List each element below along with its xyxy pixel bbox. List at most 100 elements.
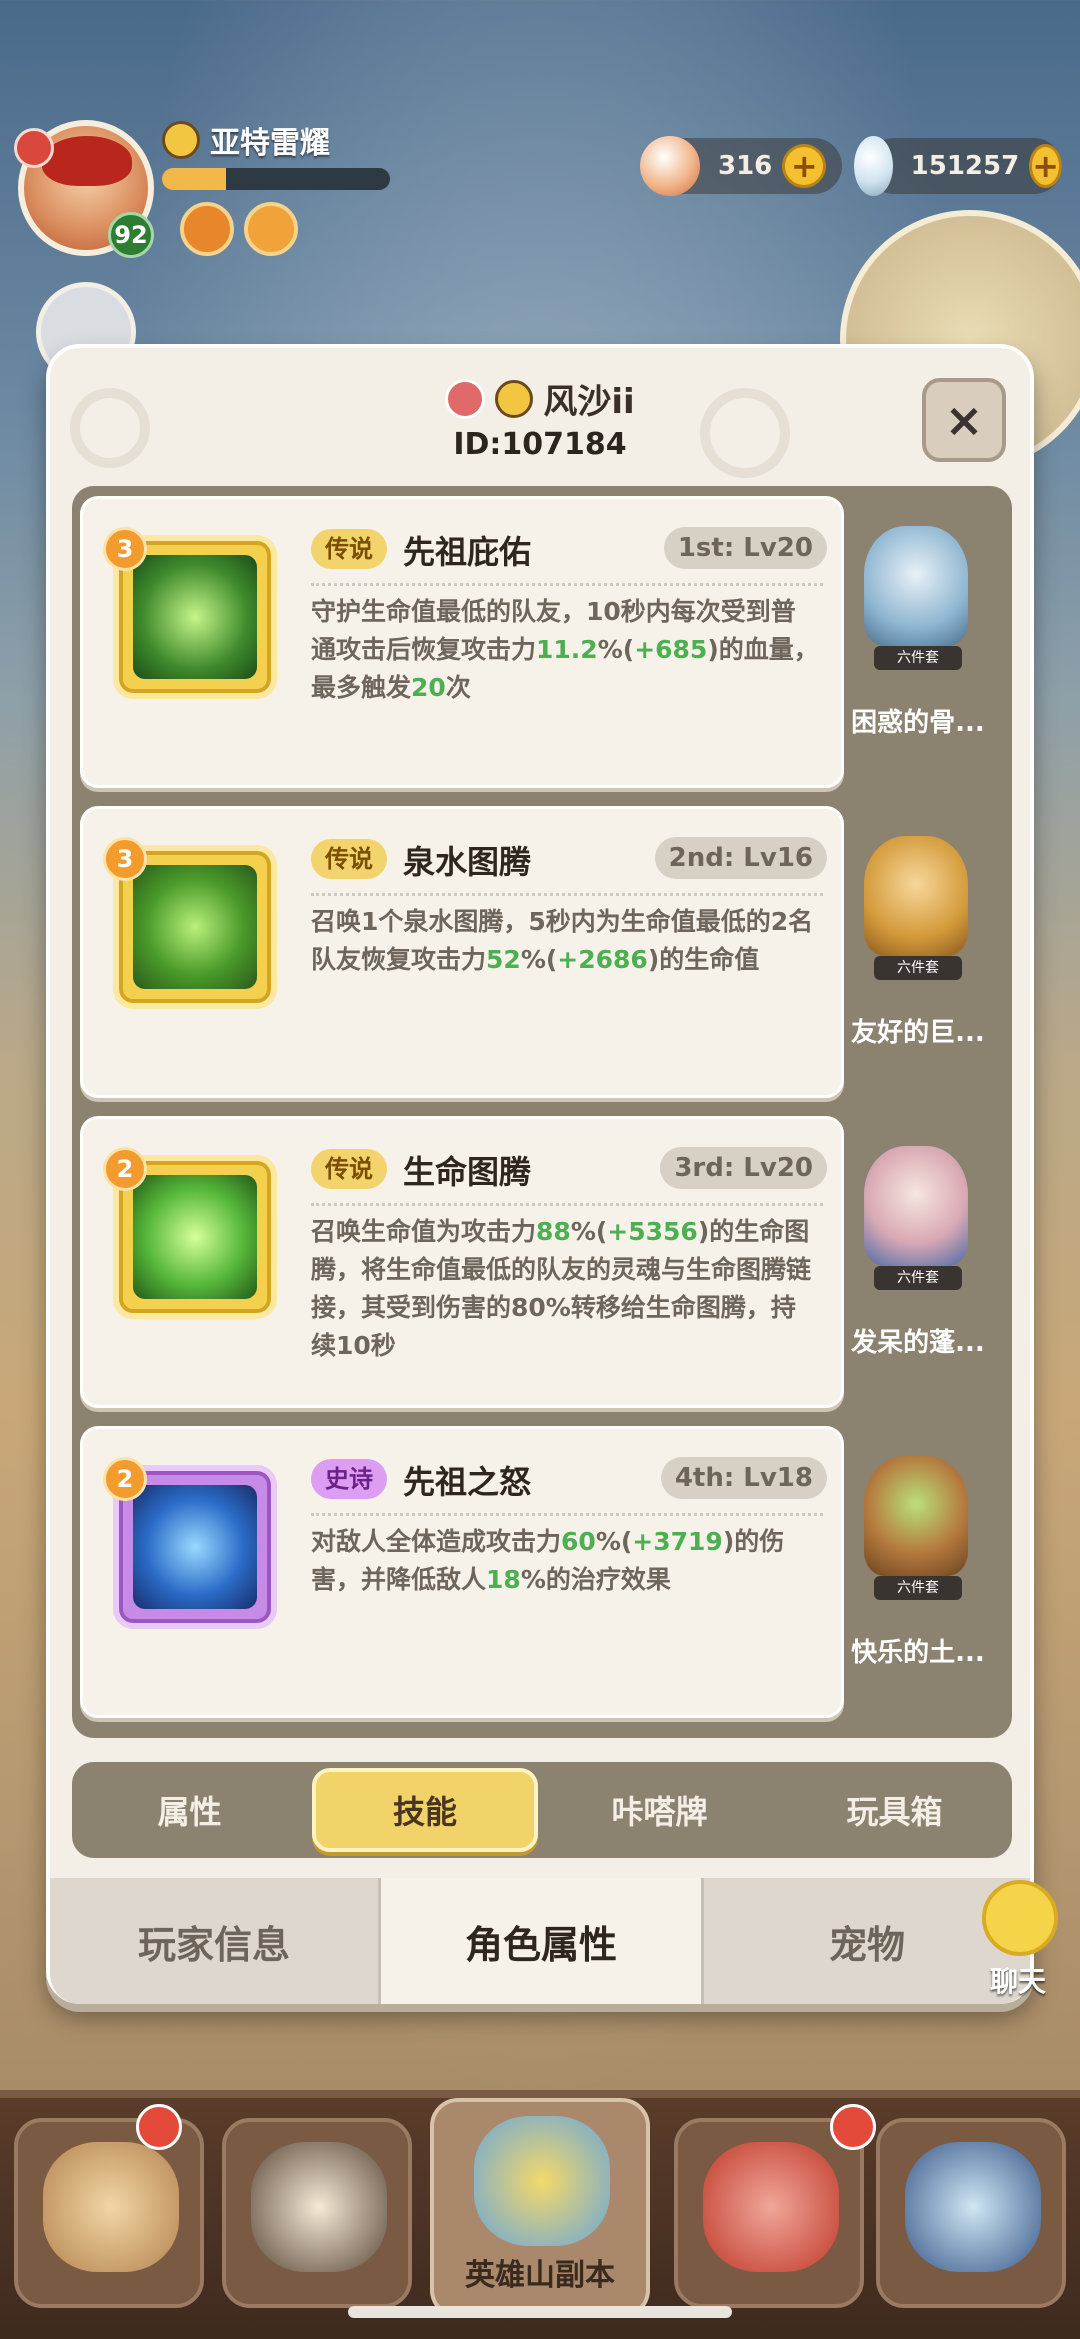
skill-name: 先祖庇佑 xyxy=(403,533,532,571)
pet-set-tag: 六件套 xyxy=(874,956,962,980)
tab-toybox[interactable]: 玩具箱 xyxy=(777,1762,1012,1858)
pet-figure xyxy=(864,1146,968,1266)
buff-icon[interactable] xyxy=(180,202,234,256)
desc-highlight: +5356 xyxy=(607,1217,698,1246)
avatar-hair xyxy=(42,136,132,186)
skill-description: 守护生命值最低的队友，10秒内每次受到普通攻击后恢复攻击力11.2%(+685)… xyxy=(311,593,819,707)
pet-slot[interactable]: 六件套 困惑的骨... xyxy=(834,496,1002,788)
shrimp-icon xyxy=(640,136,700,196)
shell-icon xyxy=(854,136,893,196)
desc-highlight: 60 xyxy=(561,1527,596,1556)
pet-name: 困惑的骨... xyxy=(851,708,985,738)
rarity-tag: 传说 xyxy=(311,839,387,879)
modal-header: 风沙ii ID:107184 xyxy=(50,374,1030,462)
skill-level: 1st: Lv20 xyxy=(663,527,827,569)
bottom-navigation: 英雄山副本 xyxy=(0,2090,1080,2339)
desc-highlight: 18 xyxy=(486,1565,521,1594)
player-id: ID:107184 xyxy=(453,427,627,462)
desc-highlight: +2686 xyxy=(557,945,648,974)
desc-text: 次 xyxy=(445,673,471,702)
desc-text: %( xyxy=(597,635,635,664)
mountain-icon xyxy=(474,2116,610,2246)
skill-badge: 3 xyxy=(103,837,147,881)
player-name: 亚特雷耀 xyxy=(210,126,330,161)
desc-highlight: 88 xyxy=(536,1217,571,1246)
hero-portrait xyxy=(251,2142,387,2272)
life-totem-skill-icon xyxy=(133,1175,257,1299)
skill-card[interactable]: 2 传说 生命图腾 3rd: Lv20 召唤生命值为攻击力88%(+5356)的… xyxy=(80,1116,844,1408)
divider xyxy=(311,893,823,896)
pet-slot[interactable]: 六件套 发呆的蓬... xyxy=(834,1116,1002,1408)
nav-hero-4[interactable] xyxy=(876,2118,1066,2308)
home-indicator xyxy=(348,2306,732,2318)
pet-set-tag: 六件套 xyxy=(874,1266,962,1290)
desc-highlight: 52 xyxy=(486,945,521,974)
desc-text: %( xyxy=(570,1217,608,1246)
main-tab-bar: 玩家信息 角色属性 宠物 xyxy=(50,1878,1030,2004)
skill-name: 生命图腾 xyxy=(403,1153,532,1191)
desc-text: )的生命值 xyxy=(647,945,760,974)
xp-bar xyxy=(162,168,390,190)
pet-figure xyxy=(864,836,968,956)
desc-text: %( xyxy=(595,1527,633,1556)
nav-hero-3[interactable] xyxy=(674,2118,864,2308)
nav-hero-2[interactable] xyxy=(222,2118,412,2308)
skill-description: 召唤生命值为攻击力88%(+5356)的生命图腾，将生命值最低的队友的灵魂与生命… xyxy=(311,1213,819,1365)
pet-name: 发呆的蓬... xyxy=(851,1328,985,1358)
location-pin-icon xyxy=(14,128,54,168)
ancestor-fury-skill-icon xyxy=(133,1485,257,1609)
tab-skills[interactable]: 技能 xyxy=(312,1768,538,1852)
skill-card[interactable]: 3 传说 泉水图腾 2nd: Lv16 召唤1个泉水图腾，5秒内为生命值最低的2… xyxy=(80,806,844,1098)
nav-hero-mountain-dungeon[interactable]: 英雄山副本 xyxy=(430,2098,650,2318)
shield-skill-icon xyxy=(133,555,257,679)
chat-label: 聊天 xyxy=(989,1965,1046,1998)
pet-figure xyxy=(864,1456,968,1576)
notification-bell-icon xyxy=(830,2104,876,2150)
tab-attributes[interactable]: 属性 xyxy=(72,1762,307,1858)
rarity-tag: 史诗 xyxy=(311,1459,387,1499)
emoji-face-icon xyxy=(162,121,200,159)
skill-card[interactable]: 2 史诗 先祖之怒 4th: Lv18 对敌人全体造成攻击力60%(+3719)… xyxy=(80,1426,844,1718)
skill-level: 4th: Lv18 xyxy=(660,1457,827,1499)
divider xyxy=(311,583,823,586)
buff-icon-2[interactable] xyxy=(244,202,298,256)
sub-tab-bar: 属性 技能 咔嗒牌 玩具箱 xyxy=(72,1762,1012,1858)
tab-character-attributes[interactable]: 角色属性 xyxy=(378,1878,704,2004)
skill-description: 召唤1个泉水图腾，5秒内为生命值最低的2名队友恢复攻击力52%(+2686)的生… xyxy=(311,903,819,979)
modal-player-name: 风沙ii xyxy=(543,382,635,422)
currency-shell: 151257 + xyxy=(854,136,1062,196)
fountain-totem-skill-icon xyxy=(133,865,257,989)
skill-level: 3rd: Lv20 xyxy=(660,1147,827,1189)
player-level-badge: 92 xyxy=(108,212,154,258)
add-shrimp-button[interactable]: + xyxy=(782,144,827,188)
skill-badge: 2 xyxy=(103,1457,147,1501)
close-button[interactable]: × xyxy=(922,378,1006,462)
tab-player-info[interactable]: 玩家信息 xyxy=(50,1878,378,2004)
desc-highlight: 11.2 xyxy=(536,635,598,664)
chat-button[interactable]: 聊天 xyxy=(970,1880,1066,2000)
rarity-tag: 传说 xyxy=(311,1149,387,1189)
skill-level: 2nd: Lv16 xyxy=(654,837,827,879)
skill-badge: 2 xyxy=(103,1147,147,1191)
close-icon: × xyxy=(944,393,984,447)
skills-panel: 3 传说 先祖庇佑 1st: Lv20 守护生命值最低的队友，10秒内每次受到普… xyxy=(72,486,1012,1738)
skill-description: 对敌人全体造成攻击力60%(+3719)的伤害，并降低敌人18%的治疗效果 xyxy=(311,1523,819,1599)
player-name-row: 亚特雷耀 xyxy=(162,118,330,162)
notification-bell-icon xyxy=(136,2104,182,2150)
tab-cards[interactable]: 咔嗒牌 xyxy=(542,1762,777,1858)
player-profile-modal: 风沙ii ID:107184 × 3 传说 先祖庇佑 1st: Lv20 守护生… xyxy=(46,344,1034,2004)
currency-shrimp: 316 + xyxy=(640,136,842,196)
pet-slot[interactable]: 六件套 快乐的土... xyxy=(834,1426,1002,1718)
currency-shrimp-value: 316 xyxy=(718,151,773,181)
add-shell-button[interactable]: + xyxy=(1029,144,1062,188)
pet-name: 快乐的土... xyxy=(851,1638,985,1668)
nav-hero-1[interactable] xyxy=(14,2118,204,2308)
skill-name: 泉水图腾 xyxy=(403,843,532,881)
desc-text: %( xyxy=(520,945,558,974)
desc-text: %的治疗效果 xyxy=(520,1565,671,1594)
hero-portrait xyxy=(905,2142,1041,2272)
emoji-face-icon xyxy=(495,379,534,418)
skill-card[interactable]: 3 传说 先祖庇佑 1st: Lv20 守护生命值最低的队友，10秒内每次受到普… xyxy=(80,496,844,788)
divider xyxy=(311,1513,823,1516)
pet-slot[interactable]: 六件套 友好的巨... xyxy=(834,806,1002,1098)
